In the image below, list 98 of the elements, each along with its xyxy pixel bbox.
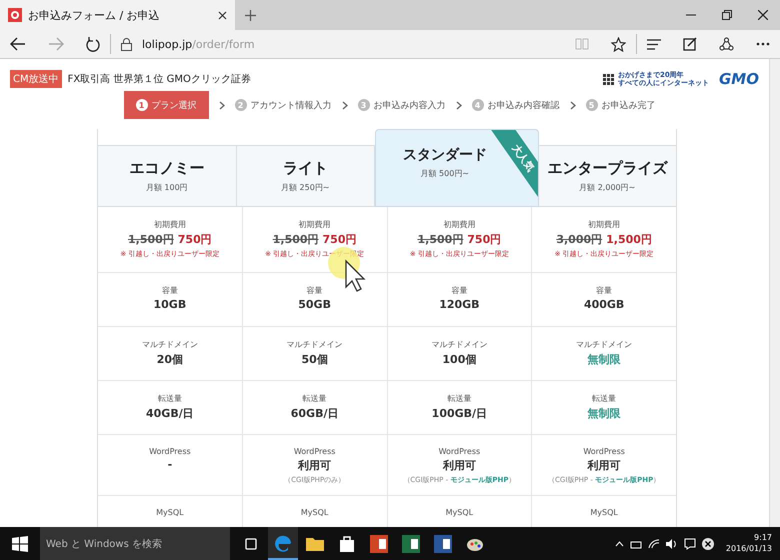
clock-time: 9:17 xyxy=(754,533,772,544)
feature-label: マルチドメイン xyxy=(286,339,343,350)
note-icon[interactable] xyxy=(683,37,697,51)
feature-value: 60GB/日 xyxy=(290,406,338,421)
feature-label: 転送量 xyxy=(302,393,327,404)
feature-label: WordPress xyxy=(149,447,191,456)
feature-value: 10GB xyxy=(154,298,186,311)
close-icon[interactable] xyxy=(218,10,227,20)
feature-label: MySQL xyxy=(156,508,184,517)
share-icon[interactable] xyxy=(719,36,734,52)
feature-value: - xyxy=(168,458,172,471)
back-icon[interactable] xyxy=(10,37,26,51)
step-item: 4 お申込み内容確認 xyxy=(472,91,560,119)
feature-value: 400GB xyxy=(584,298,624,311)
close-icon[interactable] xyxy=(758,10,768,20)
tab-title: お申込みフォーム / お申込 xyxy=(28,8,161,22)
feature-label: 容量 xyxy=(162,285,178,296)
old-price: 1,500円 xyxy=(128,232,174,247)
feature-value: 無制限 xyxy=(588,352,621,367)
task-view-icon[interactable] xyxy=(244,536,258,550)
feature-value: 100GB/日 xyxy=(432,406,488,421)
feature-value: 20個 xyxy=(156,352,184,367)
feature-label: 初期費用 xyxy=(154,219,186,230)
feature-value: 利用可 xyxy=(298,458,332,473)
feature-value: 40GB/日 xyxy=(146,406,194,421)
feature-label: 転送量 xyxy=(592,393,616,404)
feature-label: 初期費用 xyxy=(298,219,331,230)
scrollbar[interactable] xyxy=(769,59,780,527)
ad-link[interactable]: FX取引高 世界第１位 GMOクリック証券 xyxy=(68,72,251,86)
windows-start-icon[interactable] xyxy=(12,536,28,552)
feature-label: MySQL xyxy=(590,508,618,517)
plan-price: 月額 250円~ xyxy=(280,182,330,193)
step-item: 2 アカウント情報入力 xyxy=(234,91,332,119)
feature-value: 50GB xyxy=(298,298,331,311)
sale-price: 750円 xyxy=(322,232,356,247)
clock-date: 2016/01/13 xyxy=(726,544,772,554)
feature-label: 初期費用 xyxy=(443,219,476,230)
menu-icon[interactable] xyxy=(647,38,661,50)
plan-name: スタンダード xyxy=(402,146,487,164)
refresh-icon[interactable] xyxy=(86,36,100,52)
feature-label: マルチドメイン xyxy=(431,339,488,350)
step-item: 3 お申込み内容入力 xyxy=(358,91,446,119)
feature-label: MySQL xyxy=(446,508,474,517)
caret-icon[interactable] xyxy=(614,540,624,546)
sale-price: 1,500円 xyxy=(606,232,652,247)
feature-value: 120GB xyxy=(439,298,480,311)
gmo-logo: GMO xyxy=(719,70,759,88)
feature-value: 100個 xyxy=(442,352,476,367)
feature-label: 転送量 xyxy=(447,393,472,404)
old-price: 1,500円 xyxy=(417,232,464,247)
plan-name: エンタープライズ xyxy=(547,159,668,178)
plan-name: エコノミー xyxy=(129,159,204,178)
feature-value: 無制限 xyxy=(588,406,621,421)
plan-price: 月額 2,000円~ xyxy=(579,182,636,193)
plan-price: 月額 100円 xyxy=(146,182,188,193)
chevron-icon xyxy=(456,100,462,110)
feature-label: マルチドメイン xyxy=(576,339,632,350)
new-tab-icon[interactable] xyxy=(245,10,256,20)
ad-tag: CM放送中 xyxy=(10,70,62,88)
lock-icon xyxy=(121,38,132,50)
network-icon[interactable] xyxy=(630,538,642,548)
feature-label: 初期費用 xyxy=(588,219,620,230)
pointer-icon xyxy=(328,247,368,295)
browser-tab[interactable]: お申込みフォーム / お申込 xyxy=(0,0,235,30)
restore-icon[interactable] xyxy=(722,10,732,20)
chevron-icon xyxy=(218,100,224,110)
step-item: 5 お申込み完了 xyxy=(586,91,656,119)
feature-label: WordPress xyxy=(294,447,336,456)
feature-label: MySQL xyxy=(300,508,328,517)
step-item: 1 プラン選択 xyxy=(124,91,208,119)
close-circle-icon[interactable] xyxy=(702,538,714,550)
favicon-icon xyxy=(8,8,22,22)
sale-price: 750円 xyxy=(178,232,212,247)
chevron-icon xyxy=(570,100,576,110)
feature-label: WordPress xyxy=(438,447,480,456)
feature-label: 容量 xyxy=(451,285,468,296)
star-icon[interactable] xyxy=(611,36,626,52)
chevron-icon xyxy=(342,100,348,110)
feature-label: WordPress xyxy=(583,447,625,456)
search-field[interactable]: Web と Windows を検索 xyxy=(40,527,230,560)
feature-label: マルチドメイン xyxy=(142,339,198,350)
edge-icon[interactable] xyxy=(268,527,298,560)
old-price: 3,000円 xyxy=(556,232,602,247)
more-icon[interactable] xyxy=(756,42,770,46)
sale-price: 750円 xyxy=(467,232,502,247)
feature-label: 容量 xyxy=(306,285,323,296)
feature-value: 利用可 xyxy=(588,458,621,473)
speaker-icon[interactable] xyxy=(666,538,678,548)
feature-label: 転送量 xyxy=(158,393,182,404)
feature-label: 容量 xyxy=(596,285,612,296)
plan-price: 月額 500円~ xyxy=(420,168,469,179)
old-price: 1,500円 xyxy=(272,232,319,247)
feature-value: 利用可 xyxy=(442,458,476,473)
notification-icon[interactable] xyxy=(684,538,696,550)
feature-value: 50個 xyxy=(301,352,328,367)
wifi-icon[interactable] xyxy=(648,538,660,548)
grid-icon xyxy=(603,74,614,84)
plan-name: ライト xyxy=(282,159,328,178)
